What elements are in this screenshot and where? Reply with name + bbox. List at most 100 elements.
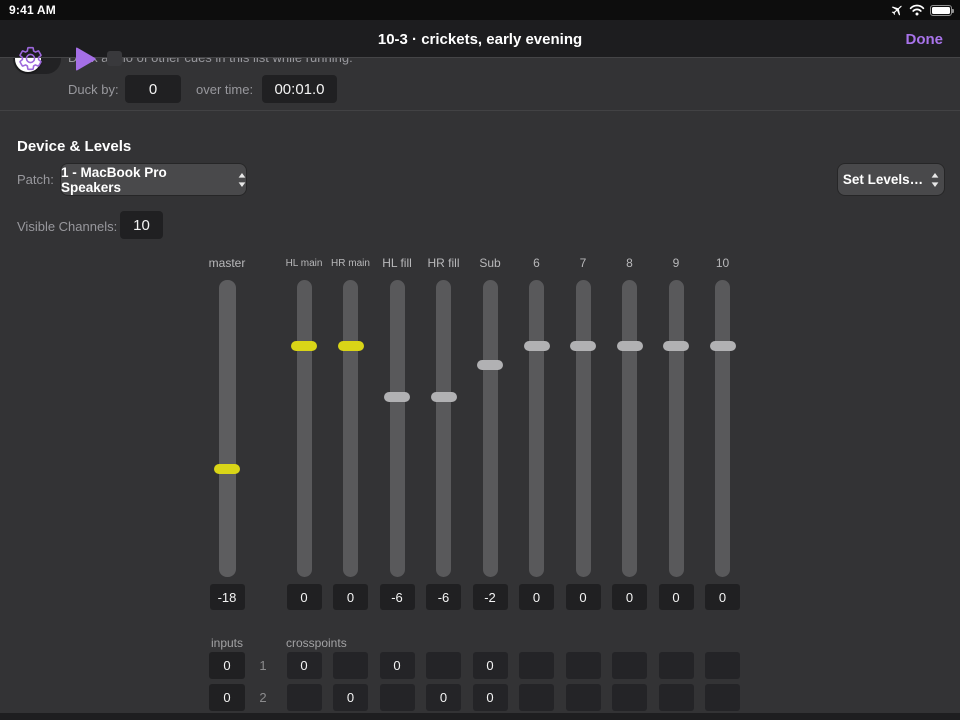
crosspoint-cell[interactable] (426, 652, 461, 679)
inputs-label: inputs (197, 636, 257, 650)
status-bar: 9:41 AM (0, 0, 960, 20)
done-button[interactable]: Done (906, 31, 944, 48)
crosspoint-cell[interactable] (380, 684, 415, 711)
set-levels-dropdown[interactable]: Set Levels… (838, 164, 944, 195)
fader-value-field[interactable]: -18 (210, 584, 245, 610)
fader-thumb[interactable] (524, 341, 550, 351)
cue-title: 10-3 · crickets, early evening (0, 31, 960, 48)
chevron-up-down-icon (931, 173, 939, 187)
fader-thumb[interactable] (477, 360, 503, 370)
fader-value-field[interactable]: 0 (705, 584, 740, 610)
input-row-number: 1 (252, 652, 274, 679)
crosspoint-cell[interactable] (612, 652, 647, 679)
fader-thumb[interactable] (431, 392, 457, 402)
fader-track[interactable] (715, 280, 730, 577)
crosspoint-cell[interactable] (705, 652, 740, 679)
matrix-row: 0 2 000 (0, 684, 960, 711)
fader-channel: 10 0 (700, 256, 746, 612)
fader-thumb[interactable] (214, 464, 240, 474)
nav-bar: 10-3 · crickets, early evening Done (0, 20, 960, 58)
crosspoint-cell[interactable] (287, 684, 322, 711)
fader-value-field[interactable]: 0 (612, 584, 647, 610)
patch-value: 1 - MacBook Pro Speakers (61, 165, 230, 195)
crosspoint-cell[interactable] (566, 684, 601, 711)
bottom-inset (0, 713, 960, 720)
fader-track[interactable] (529, 280, 544, 577)
input-level-cell[interactable]: 0 (209, 684, 245, 711)
crosspoint-cell[interactable] (519, 652, 554, 679)
fader-thumb[interactable] (617, 341, 643, 351)
fader-value-field[interactable]: 0 (287, 584, 322, 610)
battery-icon (930, 5, 952, 16)
fader-channel: HL fill -6 (374, 256, 420, 612)
crosspoint-cell[interactable]: 0 (287, 652, 322, 679)
matrix-row: 0 1 0 0 0 (0, 652, 960, 679)
fader-track[interactable] (622, 280, 637, 577)
visible-channels-field[interactable]: 10 (120, 211, 163, 239)
crosspoint-cell[interactable] (659, 652, 694, 679)
fader-thumb[interactable] (291, 341, 317, 351)
fader-value-field[interactable]: 0 (566, 584, 601, 610)
crosspoints-label: crosspoints (286, 636, 347, 650)
patch-label: Patch: (17, 172, 54, 187)
fader-value-field[interactable]: -6 (380, 584, 415, 610)
fader-channel: 6 0 (514, 256, 560, 612)
settings-button[interactable] (17, 45, 44, 72)
fader-value-field[interactable]: -6 (426, 584, 461, 610)
patch-dropdown[interactable]: 1 - MacBook Pro Speakers (61, 164, 246, 195)
crosspoint-cell[interactable]: 0 (473, 684, 508, 711)
fader-thumb[interactable] (710, 341, 736, 351)
crosspoint-cell[interactable] (333, 652, 368, 679)
fader-track[interactable] (669, 280, 684, 577)
crosspoint-cell[interactable]: 0 (333, 684, 368, 711)
stop-button[interactable] (107, 51, 122, 66)
fader-channel-label: master (194, 256, 260, 270)
fader-track[interactable] (483, 280, 498, 577)
duck-by-label: Duck by: (68, 82, 119, 97)
crosspoint-cell[interactable] (519, 684, 554, 711)
chevron-up-down-icon (238, 173, 246, 187)
fader-track[interactable] (219, 280, 236, 577)
fader-channel: HL main 0 (281, 256, 327, 612)
fader-channel: 7 0 (560, 256, 606, 612)
play-button[interactable] (74, 47, 97, 71)
crosspoint-cell[interactable]: 0 (426, 684, 461, 711)
fader-track[interactable] (390, 280, 405, 577)
device-levels-heading: Device & Levels (17, 138, 131, 155)
fader-value-field[interactable]: -2 (473, 584, 508, 610)
visible-channels-label: Visible Channels: (17, 219, 117, 234)
fader-channel: master -18 (204, 256, 250, 612)
gear-icon (17, 45, 44, 72)
fader-thumb[interactable] (384, 392, 410, 402)
fader-channel: Sub -2 (467, 256, 513, 612)
fader-channel-label: 10 (690, 256, 756, 270)
crosspoint-cell[interactable] (705, 684, 740, 711)
input-row-number: 2 (252, 684, 274, 711)
fader-track[interactable] (297, 280, 312, 577)
status-time: 9:41 AM (9, 3, 56, 17)
over-time-field[interactable]: 00:01.0 (262, 75, 337, 103)
fader-channel: HR main 0 (328, 256, 374, 612)
fader-thumb[interactable] (663, 341, 689, 351)
crosspoint-cell[interactable]: 0 (473, 652, 508, 679)
section-divider (0, 110, 960, 111)
set-levels-label: Set Levels… (843, 172, 923, 187)
fader-channel: 9 0 (653, 256, 699, 612)
crosspoint-cell[interactable] (659, 684, 694, 711)
airplane-mode-icon (890, 3, 904, 17)
crosspoint-cell[interactable] (612, 684, 647, 711)
input-level-cell[interactable]: 0 (209, 652, 245, 679)
wifi-icon (909, 4, 925, 16)
fader-track[interactable] (343, 280, 358, 577)
duck-by-field[interactable]: 0 (125, 75, 181, 103)
fader-value-field[interactable]: 0 (333, 584, 368, 610)
fader-thumb[interactable] (338, 341, 364, 351)
crosspoint-cell[interactable] (566, 652, 601, 679)
fader-thumb[interactable] (570, 341, 596, 351)
fader-track[interactable] (576, 280, 591, 577)
fader-track[interactable] (436, 280, 451, 577)
fader-value-field[interactable]: 0 (519, 584, 554, 610)
fader-value-field[interactable]: 0 (659, 584, 694, 610)
crosspoint-cell[interactable]: 0 (380, 652, 415, 679)
over-time-label: over time: (196, 82, 253, 97)
